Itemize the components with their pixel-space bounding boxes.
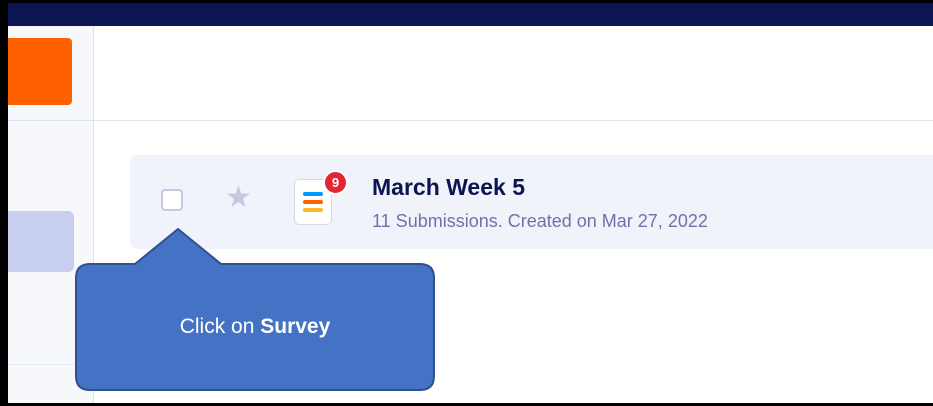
frame-border-left: [0, 0, 8, 406]
star-icon[interactable]: ★: [225, 183, 252, 213]
callout-shape: [75, 227, 435, 391]
callout-text: Click on Survey: [74, 315, 436, 339]
form-icon-bar: [303, 192, 323, 196]
callout-bold: Survey: [260, 315, 331, 338]
create-form-button[interactable]: [8, 38, 72, 105]
notification-badge: 9: [323, 170, 348, 195]
sidebar-item-active[interactable]: [8, 211, 74, 272]
instruction-callout: Click on Survey: [74, 227, 436, 393]
top-navigation-bar: [8, 0, 933, 26]
sidebar-divider: [8, 120, 93, 121]
select-checkbox[interactable]: [161, 189, 183, 211]
form-icon-bar: [303, 200, 323, 204]
form-title[interactable]: March Week 5: [372, 174, 525, 201]
form-icon-bar: [303, 208, 323, 212]
callout-prefix: Click on: [179, 315, 261, 338]
header-divider: [93, 120, 933, 121]
